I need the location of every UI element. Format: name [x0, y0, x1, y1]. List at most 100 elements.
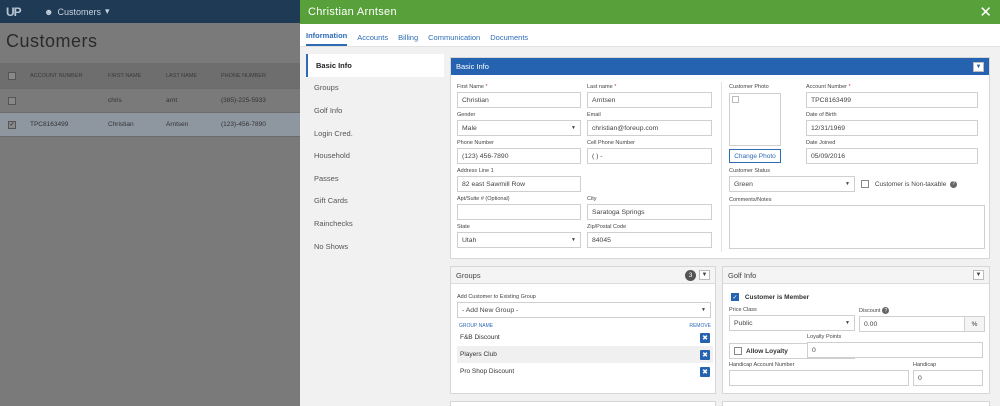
chevron-down-icon: ▼ — [975, 272, 982, 278]
add-group-label: Add Customer to Existing Group — [457, 294, 536, 300]
handicap-account-field: Handicap Account Number — [729, 362, 909, 386]
is-member-checkbox[interactable]: ✓ — [731, 293, 739, 301]
notes-label: Comments/Notes — [729, 197, 772, 203]
sidenav-no-shows[interactable]: No Shows — [306, 235, 444, 258]
notes-textarea[interactable] — [729, 205, 985, 249]
list-item: F&B Discount ✖ — [457, 329, 713, 346]
address1-input[interactable]: 82 east Sawmill Row — [457, 176, 581, 192]
price-class-select[interactable]: Public ▼ — [729, 315, 855, 331]
zip-input[interactable]: 84045 — [587, 232, 712, 248]
column-divider — [721, 82, 722, 252]
table-row[interactable]: chris arnt (385)-225-5933 — [0, 89, 300, 113]
chevron-down-icon: ▼ — [975, 63, 982, 70]
email-field: Email christian@foreup.com — [587, 112, 712, 136]
row-checkbox[interactable]: ✓ — [8, 120, 16, 129]
basic-info-header: Basic Info ▼ — [451, 58, 989, 75]
gender-select[interactable]: Male ▼ — [457, 120, 581, 136]
chevron-down-icon: ▾ — [105, 6, 110, 16]
caret-down-icon: ▼ — [701, 307, 706, 313]
collapse-button[interactable]: ▼ — [973, 61, 984, 72]
discount-input[interactable]: 0.00 — [859, 316, 965, 332]
broken-image-icon — [732, 96, 739, 103]
app-logo: UP — [6, 4, 22, 19]
group-count-badge: 3 — [685, 269, 696, 281]
loyalty-points-field: Loyalty Points 0 — [807, 334, 983, 358]
list-item: Pro Shop Discount ✖ — [457, 363, 713, 380]
customer-modal: Christian Arntsen ✕ Information Accounts… — [300, 0, 1000, 406]
date-joined-input[interactable]: 05/09/2016 — [806, 148, 978, 164]
dob-input[interactable]: 12/31/1969 — [806, 120, 978, 136]
customer-table: ACCOUNT NUMBER FIRST NAME LAST NAME PHON… — [0, 63, 300, 137]
phone-field: Phone Number (123) 456-7890 — [457, 140, 581, 164]
zip-field: Zip/Postal Code 84045 — [587, 224, 712, 248]
email-input[interactable]: christian@foreup.com — [587, 120, 712, 136]
close-icon: ✖ — [702, 368, 708, 376]
sidenav-gift-cards[interactable]: Gift Cards — [306, 190, 444, 213]
tab-accounts[interactable]: Accounts — [357, 33, 388, 46]
caret-down-icon: ▼ — [571, 125, 576, 131]
apt-input[interactable] — [457, 204, 581, 220]
first-name-input[interactable]: Christian — [457, 92, 581, 108]
people-icon: ☻ — [44, 6, 54, 17]
apt-field: Apt/Suite # (Optional) — [457, 196, 581, 220]
collapse-button[interactable]: ▼ — [973, 270, 984, 280]
next-panel-left — [450, 401, 716, 406]
background-topbar: UP ☻ Customers ▾ — [0, 0, 300, 23]
handicap-account-input[interactable] — [729, 370, 909, 386]
date-joined-field: Date Joined 05/09/2016 — [806, 140, 978, 164]
dob-field: Date of Birth 12/31/1969 — [806, 112, 978, 136]
is-member-toggle[interactable]: ✓ Customer is Member — [731, 293, 809, 301]
sidenav-groups[interactable]: Groups — [306, 77, 444, 100]
close-icon: ✖ — [702, 351, 708, 359]
sidenav-golf-info[interactable]: Golf Info — [306, 99, 444, 122]
price-class-field: Price Class Public ▼ — [729, 307, 855, 331]
account-number-field: Account Number * TPC8163499 — [806, 84, 978, 108]
sidenav-login-cred[interactable]: Login Cred. — [306, 122, 444, 145]
sidenav-household[interactable]: Household — [306, 144, 444, 167]
last-name-input[interactable]: Arntsen — [587, 92, 712, 108]
status-field: Customer Status Green ▼ — [729, 168, 855, 192]
remove-group-button[interactable]: ✖ — [700, 332, 710, 343]
non-taxable-toggle[interactable]: Customer is Non-taxable ? — [861, 180, 958, 188]
help-icon[interactable]: ? — [950, 180, 958, 188]
tab-information[interactable]: Information — [306, 31, 348, 46]
non-taxable-checkbox[interactable] — [861, 180, 869, 188]
add-group-select[interactable]: - Add New Group - ▼ — [457, 302, 711, 318]
handicap-field: Handicap 0 — [913, 362, 983, 386]
table-row[interactable]: ✓ TPC8163499 Christian Arntsen (123)-456… — [0, 113, 300, 137]
phone-input[interactable]: (123) 456-7890 — [457, 148, 581, 164]
account-number-input[interactable]: TPC8163499 — [806, 92, 978, 108]
group-list: F&B Discount ✖ Players Club ✖ Pro Shop D… — [457, 329, 713, 380]
modal-content: Basic Info Groups Golf Info Login Cred. … — [300, 47, 1000, 406]
help-icon[interactable]: ? — [882, 307, 890, 314]
nav-customers[interactable]: ☻ Customers ▾ — [44, 6, 110, 17]
row-checkbox[interactable] — [8, 96, 16, 105]
tab-billing[interactable]: Billing — [398, 33, 418, 46]
cell-phone-field: Cell Phone Number ( ) - — [587, 140, 712, 164]
handicap-input[interactable]: 0 — [913, 370, 983, 386]
groups-header: Groups 3 ▼ — [451, 267, 715, 284]
modal-title: Christian Arntsen — [308, 6, 397, 18]
status-select[interactable]: Green ▼ — [729, 176, 855, 192]
select-all-checkbox[interactable] — [8, 71, 16, 80]
tab-documents[interactable]: Documents — [490, 33, 528, 46]
remove-group-button[interactable]: ✖ — [700, 349, 710, 360]
allow-loyalty-checkbox[interactable] — [734, 347, 742, 355]
sidenav-passes[interactable]: Passes — [306, 167, 444, 190]
loyalty-points-input[interactable]: 0 — [807, 342, 983, 358]
sidenav-rainchecks[interactable]: Rainchecks — [306, 212, 444, 235]
collapse-button[interactable]: ▼ — [699, 270, 710, 280]
remove-group-button[interactable]: ✖ — [700, 366, 710, 377]
caret-down-icon: ▼ — [845, 181, 850, 187]
change-photo-button[interactable]: Change Photo — [729, 149, 781, 163]
groups-panel: Groups 3 ▼ Add Customer to Existing Grou… — [450, 266, 716, 394]
background-app: UP ☻ Customers ▾ Customers ACCOUNT NUMBE… — [0, 0, 300, 406]
close-icon[interactable]: ✕ — [979, 5, 992, 20]
table-header: ACCOUNT NUMBER FIRST NAME LAST NAME PHON… — [0, 63, 300, 89]
city-input[interactable]: Saratoga Springs — [587, 204, 712, 220]
page-title: Customers — [6, 31, 98, 51]
cell-phone-input[interactable]: ( ) - — [587, 148, 712, 164]
tab-communication[interactable]: Communication — [428, 33, 480, 46]
state-select[interactable]: Utah ▼ — [457, 232, 581, 248]
sidenav-basic-info[interactable]: Basic Info — [306, 54, 444, 77]
